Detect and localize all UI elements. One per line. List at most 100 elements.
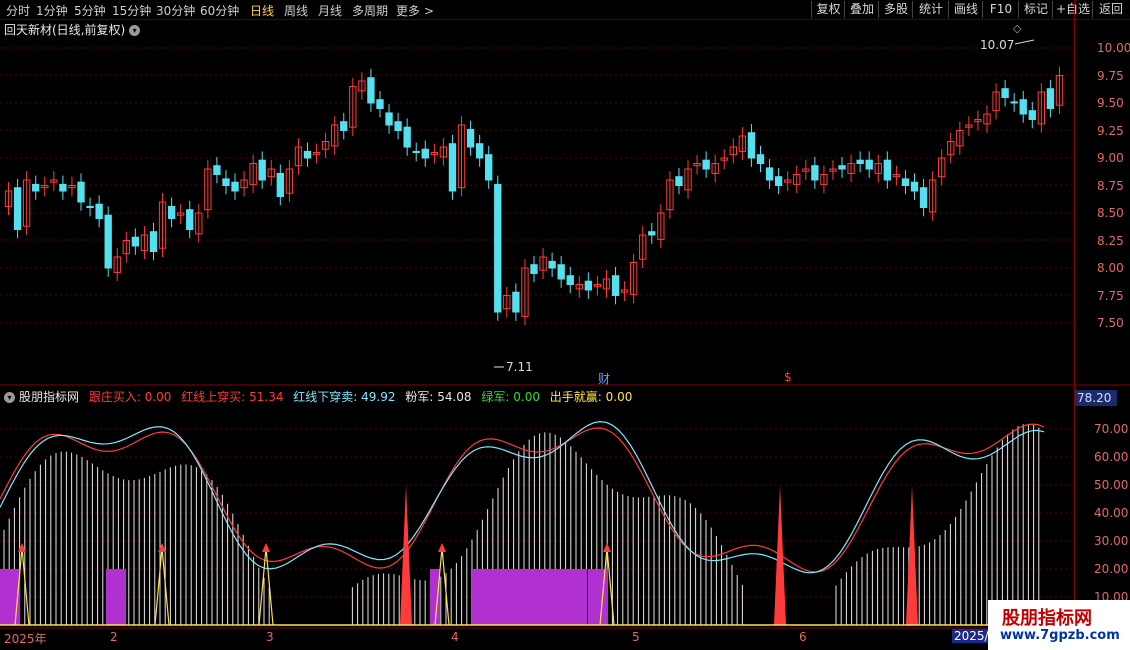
buy-arrow-icon <box>262 543 270 552</box>
candle-body <box>475 143 484 159</box>
cyan-line <box>0 420 1045 574</box>
date-tick: 5 <box>632 630 640 644</box>
indicator-value-follow-buy: 跟庄买入: 0.00 <box>88 390 172 404</box>
date-tick: 3 <box>266 630 274 644</box>
red-line <box>0 423 1045 573</box>
price-tick: 8.25 <box>1097 234 1124 248</box>
candle-body <box>186 209 194 230</box>
pink-block <box>106 569 126 625</box>
candle-body <box>466 128 475 148</box>
indicator-header: ▾ 股朋指标网 跟庄买入: 0.00 红线上穿买: 51.34 红线下穿卖: 49… <box>4 388 638 405</box>
indicator-current-value: 78.20 <box>1075 390 1117 406</box>
watermark-title: 股朋指标网 <box>1002 608 1092 629</box>
candle-body <box>13 187 22 230</box>
date-tick: 4 <box>451 630 459 644</box>
price-tick: 9.00 <box>1097 151 1124 165</box>
price-tick: 7.50 <box>1097 316 1124 330</box>
candle-body <box>231 181 239 192</box>
chevron-down-icon[interactable]: ▾ <box>4 392 15 403</box>
candle-body <box>485 154 493 181</box>
price-tick: 8.00 <box>1097 261 1124 275</box>
price-tick: 9.25 <box>1097 124 1124 138</box>
candle-body <box>838 165 846 170</box>
candle-body <box>376 99 384 109</box>
candle-body <box>512 291 520 313</box>
candle-body <box>901 178 910 186</box>
candle-body <box>77 181 85 203</box>
indicator-value-red-cross-down: 红线下穿卖: 49.92 <box>293 390 396 404</box>
candle-body <box>865 159 873 170</box>
candle-body <box>86 205 94 208</box>
indicator-value-pink-army: 粉军: 54.08 <box>405 390 472 404</box>
candle-body <box>494 183 502 313</box>
price-tick: 9.75 <box>1097 69 1124 83</box>
candle-body <box>756 154 765 164</box>
candle-body <box>403 126 411 148</box>
price-axis-divider <box>1074 0 1075 650</box>
dividend-marker[interactable]: $ <box>784 370 792 384</box>
buy-arrow-icon <box>603 543 611 552</box>
candle-body <box>919 187 928 208</box>
kline-chart[interactable] <box>0 0 1130 650</box>
low-price-label: 7.11 <box>506 360 533 374</box>
candle-body <box>258 159 266 181</box>
candle-body <box>149 231 158 252</box>
candle-body <box>856 159 864 164</box>
indicator-value-red-cross-up: 红线上穿买: 51.34 <box>181 390 284 404</box>
candle-body <box>167 205 176 219</box>
indicator-value-shot-win: 出手就赢: 0.00 <box>549 390 633 404</box>
indicator-tick: 30.00 <box>1094 534 1129 548</box>
candle-body <box>702 159 710 170</box>
price-tick: 8.75 <box>1097 179 1124 193</box>
candle-body <box>421 148 429 159</box>
watermark-url: www.7gpzb.com <box>1000 628 1120 643</box>
candle-body <box>222 178 230 186</box>
high-price-label: 10.07 <box>980 38 1015 52</box>
watermark-logo: 股朋指标网 www.7gpzb.com <box>988 600 1130 650</box>
red-spike <box>774 485 786 625</box>
red-spike <box>400 485 412 625</box>
candle-body <box>747 132 756 159</box>
candle-body <box>32 183 40 192</box>
candle-body <box>910 181 919 192</box>
candle-body <box>811 165 819 181</box>
red-spike <box>906 485 918 625</box>
indicator-tick: 20.00 <box>1094 562 1129 576</box>
candle-body <box>448 143 457 192</box>
candle-body <box>1019 99 1027 115</box>
candle-body <box>394 121 402 131</box>
candle-body <box>774 176 783 186</box>
candle-body <box>385 112 393 126</box>
date-cursor-badge: 2025/ <box>952 629 991 643</box>
candle-body <box>104 214 112 269</box>
finance-marker[interactable]: 财 <box>598 370 610 387</box>
indicator-tick: 60.00 <box>1094 450 1129 464</box>
candle-body <box>566 275 574 286</box>
candle-body <box>1046 88 1055 109</box>
pink-block <box>430 569 440 625</box>
date-tick: 2025年 <box>4 632 47 646</box>
price-tick: 7.75 <box>1097 289 1124 303</box>
price-tick: 8.50 <box>1097 206 1124 220</box>
indicator-tick: 50.00 <box>1094 478 1129 492</box>
candle-body <box>530 264 538 275</box>
pink-block <box>472 569 587 625</box>
yellow-spike <box>258 547 274 626</box>
candle-body <box>557 264 565 280</box>
pink-block <box>588 569 608 625</box>
candle-body <box>213 165 221 175</box>
candle-body <box>59 183 67 192</box>
candle-body <box>1001 88 1009 98</box>
price-tick: 10.00 <box>1097 41 1130 55</box>
candle-body <box>675 176 683 186</box>
candle-body <box>548 260 556 269</box>
candle-body <box>276 172 284 197</box>
candle-body <box>1010 101 1018 104</box>
indicator-tick: 40.00 <box>1094 506 1129 520</box>
buy-arrow-icon <box>438 543 446 552</box>
indicator-tick: 70.00 <box>1094 422 1129 436</box>
candle-body <box>95 203 103 219</box>
candle-body <box>584 280 593 291</box>
candle-body <box>340 121 348 131</box>
indicator-name: 股朋指标网 <box>19 390 80 404</box>
